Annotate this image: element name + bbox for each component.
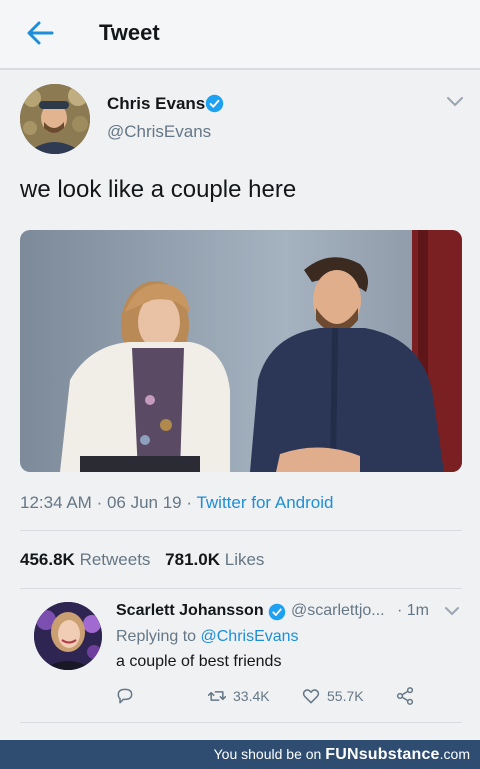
top-bar: Tweet (0, 0, 480, 70)
verified-icon (268, 603, 286, 621)
reply-icon (117, 688, 133, 704)
like-count: 55.7K (327, 688, 364, 704)
meta-separator: · (186, 493, 197, 512)
verified-icon (205, 94, 224, 113)
watermark-suffix: .com (439, 746, 470, 762)
divider (20, 530, 462, 531)
likes-count: 781.0K (165, 550, 220, 569)
retweets-label: Retweets (79, 550, 151, 569)
reply-author-name[interactable]: Scarlett Johansson (116, 602, 264, 620)
retweet-button[interactable]: 33.4K (207, 686, 270, 706)
tweet-date: 06 Jun 19 (106, 493, 182, 512)
like-button[interactable]: 55.7K (301, 686, 364, 706)
tweet-time: 12:34 AM (20, 493, 92, 512)
share-icon (396, 687, 414, 705)
likes-stat[interactable]: 781.0K Likes (165, 550, 264, 569)
reply-button[interactable] (115, 686, 141, 706)
share-button[interactable] (395, 686, 421, 706)
reply-time: · 1m (397, 602, 430, 619)
watermark-banner: You should be on FUNsubstance.com (0, 740, 480, 769)
divider (20, 722, 462, 723)
back-arrow-icon[interactable] (26, 20, 54, 46)
author-name[interactable]: Chris Evans (107, 94, 205, 114)
meta-separator: · (96, 493, 107, 512)
tweet-text: we look like a couple here (20, 176, 297, 203)
watermark-brand: FUNsubstance (325, 746, 440, 763)
watermark-prefix: You should be on (213, 746, 322, 762)
reply-text: a couple of best friends (116, 653, 282, 670)
author-avatar[interactable] (20, 84, 90, 154)
replying-to: Replying to @ChrisEvans (116, 628, 299, 646)
replying-prefix: Replying to (116, 628, 197, 645)
reply-author-handle[interactable]: @scarlettjo... (291, 602, 385, 620)
retweet-icon (207, 691, 227, 701)
retweet-count: 33.4K (233, 688, 270, 704)
page-title: Tweet (99, 20, 160, 45)
reply-actions: 33.4K 55.7K (0, 686, 480, 710)
retweets-count: 456.8K (20, 550, 75, 569)
tweet-source[interactable]: Twitter for Android (196, 493, 333, 512)
chevron-down-icon[interactable] (444, 606, 460, 617)
watermark-text: You should be on FUNsubstance.com (214, 746, 470, 764)
tweet-meta: 12:34 AM · 06 Jun 19 · Twitter for Andro… (20, 493, 333, 513)
divider (20, 588, 462, 589)
retweets-stat[interactable]: 456.8K Retweets (20, 550, 150, 569)
author-handle[interactable]: @ChrisEvans (107, 122, 211, 142)
reply-author-avatar[interactable] (34, 602, 102, 670)
tweet-photo[interactable] (20, 230, 462, 472)
tweet-stats: 456.8K Retweets 781.0K Likes (20, 550, 274, 570)
chevron-down-icon[interactable] (446, 96, 464, 108)
like-icon (302, 689, 320, 704)
replying-mention[interactable]: @ChrisEvans (201, 628, 299, 645)
likes-label: Likes (224, 550, 265, 569)
